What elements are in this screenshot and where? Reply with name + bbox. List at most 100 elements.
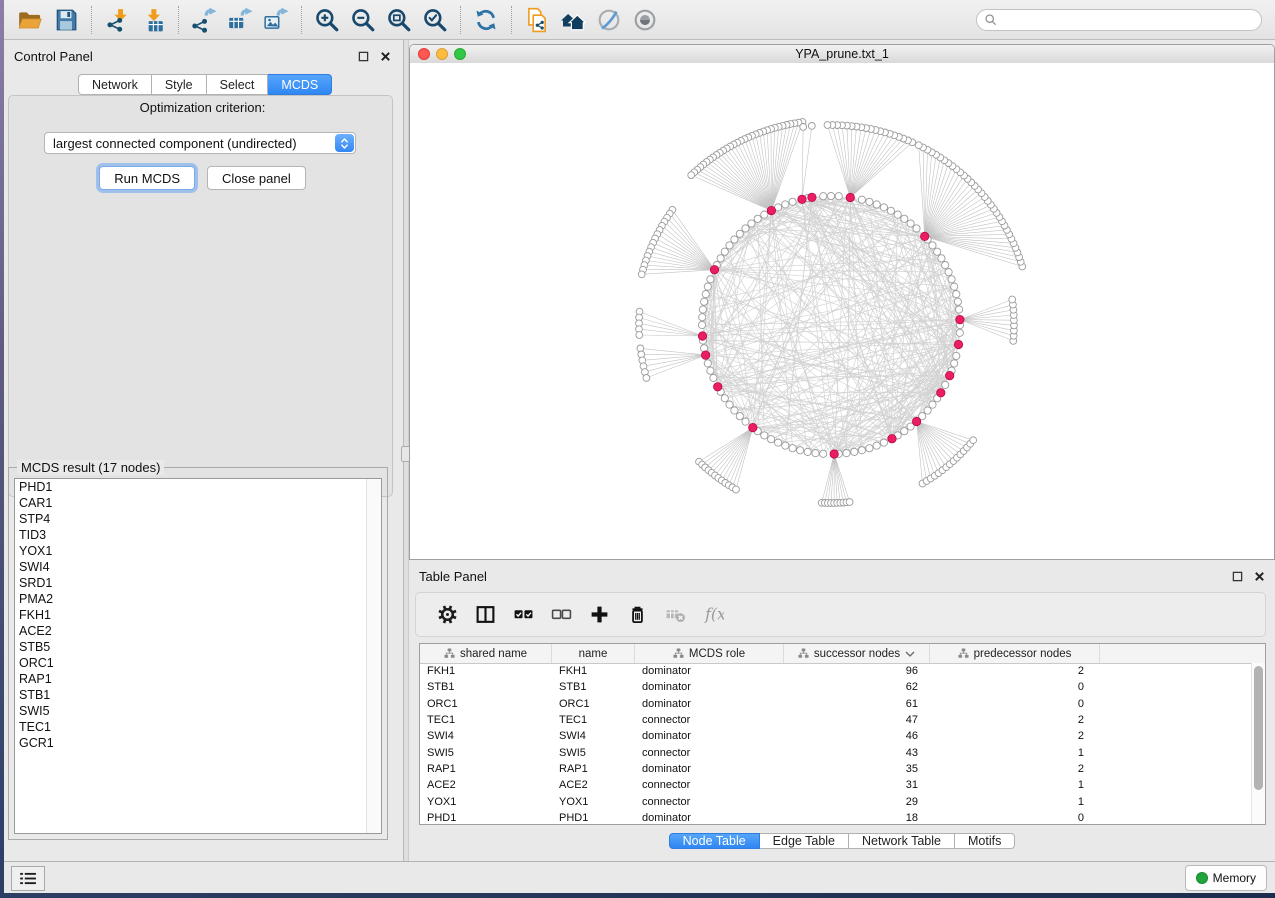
table-row[interactable]: TEC1TEC1connector472 xyxy=(420,712,1252,728)
import-network-button[interactable] xyxy=(99,4,135,36)
function-builder-button: f(x) xyxy=(694,598,732,632)
task-list-icon xyxy=(20,872,37,885)
tab-mcds[interactable]: MCDS xyxy=(268,74,332,95)
result-node-item[interactable]: SWI4 xyxy=(15,559,381,575)
table-mode-icon xyxy=(475,604,496,625)
table-row[interactable]: ACE2ACE2connector311 xyxy=(420,777,1252,793)
network-window-title: YPA_prune.txt_1 xyxy=(410,47,1274,61)
table-cell: 46 xyxy=(784,730,930,742)
search-field[interactable] xyxy=(976,9,1262,31)
new-network-from-selection-button[interactable] xyxy=(519,4,555,36)
import-network-icon xyxy=(104,7,130,33)
close-panel-action-button[interactable]: Close panel xyxy=(207,166,306,190)
task-history-button[interactable] xyxy=(11,866,45,891)
table-row[interactable]: STB1STB1dominator620 xyxy=(420,679,1252,695)
zoom-fit-button[interactable] xyxy=(381,4,417,36)
table-row[interactable]: SWI4SWI4dominator462 xyxy=(420,728,1252,744)
table-mode-button[interactable] xyxy=(466,598,504,632)
main-toolbar xyxy=(4,0,1275,40)
tab-network[interactable]: Network xyxy=(78,74,152,95)
table-cell: 61 xyxy=(784,698,930,710)
tab-select[interactable]: Select xyxy=(207,74,269,95)
table-cell: ORC1 xyxy=(420,698,552,710)
result-node-item[interactable]: TEC1 xyxy=(15,719,381,735)
zoom-selected-icon xyxy=(422,7,448,33)
export-table-button[interactable] xyxy=(222,4,258,36)
mcds-result-group: MCDS result (17 nodes) PHD1CAR1STP4TID3Y… xyxy=(8,467,388,840)
table-float-panel-button[interactable] xyxy=(1229,569,1245,583)
table-cell: 31 xyxy=(784,779,930,791)
mcds-result-list: PHD1CAR1STP4TID3YOX1SWI4SRD1PMA2FKH1ACE2… xyxy=(14,478,382,834)
zoom-out-button[interactable] xyxy=(345,4,381,36)
deselect-all-button[interactable] xyxy=(542,598,580,632)
tab-motifs[interactable]: Motifs xyxy=(955,833,1015,849)
result-node-item[interactable]: GCR1 xyxy=(15,735,381,751)
tab-edge-table[interactable]: Edge Table xyxy=(760,833,849,849)
settings-button[interactable] xyxy=(428,598,466,632)
show-all-button[interactable] xyxy=(627,4,663,36)
table-row[interactable]: RAP1RAP1dominator352 xyxy=(420,761,1252,777)
column-header-MCDS-role[interactable]: MCDS role xyxy=(635,644,784,663)
result-node-item[interactable]: YOX1 xyxy=(15,543,381,559)
column-header-shared-name[interactable]: shared name xyxy=(420,644,552,663)
hide-selected-button[interactable] xyxy=(591,4,627,36)
criterion-dropdown[interactable]: largest connected component (undirected) xyxy=(44,132,356,154)
table-body: FKH1FKH1dominator962STB1STB1dominator620… xyxy=(420,663,1252,824)
export-image-button[interactable] xyxy=(258,4,294,36)
result-node-item[interactable]: TID3 xyxy=(15,527,381,543)
column-type-icon xyxy=(673,648,684,659)
zoom-in-button[interactable] xyxy=(309,4,345,36)
result-node-item[interactable]: PHD1 xyxy=(15,479,381,495)
optimization-criterion-label: Optimization criterion: xyxy=(4,100,401,115)
first-neighbors-button[interactable] xyxy=(555,4,591,36)
float-panel-button[interactable] xyxy=(355,49,371,63)
result-node-item[interactable]: PMA2 xyxy=(15,591,381,607)
column-header-successor-nodes[interactable]: successor nodes xyxy=(784,644,930,663)
toolbar-buttons xyxy=(12,4,663,36)
table-scrollbar[interactable] xyxy=(1251,663,1265,824)
tab-node-table[interactable]: Node Table xyxy=(669,833,760,849)
open-button[interactable] xyxy=(12,4,48,36)
table-close-panel-button[interactable] xyxy=(1251,569,1267,583)
select-all-button[interactable] xyxy=(504,598,542,632)
table-cell: dominator xyxy=(635,812,784,824)
result-node-item[interactable]: SRD1 xyxy=(15,575,381,591)
network-window-titlebar: YPA_prune.txt_1 xyxy=(410,45,1274,64)
result-node-item[interactable]: SWI5 xyxy=(15,703,381,719)
save-button[interactable] xyxy=(48,4,84,36)
import-table-button[interactable] xyxy=(135,4,171,36)
result-node-item[interactable]: STP4 xyxy=(15,511,381,527)
table-row[interactable]: SWI5SWI5connector431 xyxy=(420,744,1252,760)
add-column-button[interactable] xyxy=(580,598,618,632)
table-cell: YOX1 xyxy=(420,796,552,808)
search-input[interactable] xyxy=(1002,12,1261,28)
memory-button[interactable]: Memory xyxy=(1185,865,1267,891)
table-scrollbar-thumb[interactable] xyxy=(1254,666,1263,790)
delete-column-button[interactable] xyxy=(618,598,656,632)
run-mcds-button[interactable]: Run MCDS xyxy=(99,166,195,190)
result-list-scrollbar[interactable] xyxy=(366,479,381,833)
network-canvas[interactable] xyxy=(410,63,1274,559)
column-header-predecessor-nodes[interactable]: predecessor nodes xyxy=(930,644,1100,663)
add-column-icon xyxy=(589,604,610,625)
status-bar: Memory xyxy=(4,861,1275,893)
result-node-item[interactable]: FKH1 xyxy=(15,607,381,623)
table-row[interactable]: FKH1FKH1dominator962 xyxy=(420,663,1252,679)
column-header-name[interactable]: name xyxy=(552,644,635,663)
result-node-item[interactable]: CAR1 xyxy=(15,495,381,511)
apply-layout-button[interactable] xyxy=(468,4,504,36)
tab-network-table[interactable]: Network Table xyxy=(849,833,955,849)
tab-style[interactable]: Style xyxy=(152,74,207,95)
result-node-item[interactable]: ORC1 xyxy=(15,655,381,671)
deselect-all-icon xyxy=(551,604,572,625)
close-panel-button[interactable] xyxy=(377,49,393,63)
export-network-button[interactable] xyxy=(186,4,222,36)
result-node-item[interactable]: RAP1 xyxy=(15,671,381,687)
table-row[interactable]: ORC1ORC1dominator610 xyxy=(420,696,1252,712)
result-node-item[interactable]: STB5 xyxy=(15,639,381,655)
result-node-item[interactable]: STB1 xyxy=(15,687,381,703)
result-node-item[interactable]: ACE2 xyxy=(15,623,381,639)
zoom-selected-button[interactable] xyxy=(417,4,453,36)
table-row[interactable]: PHD1PHD1dominator180 xyxy=(420,810,1252,824)
table-row[interactable]: YOX1YOX1connector291 xyxy=(420,793,1252,809)
